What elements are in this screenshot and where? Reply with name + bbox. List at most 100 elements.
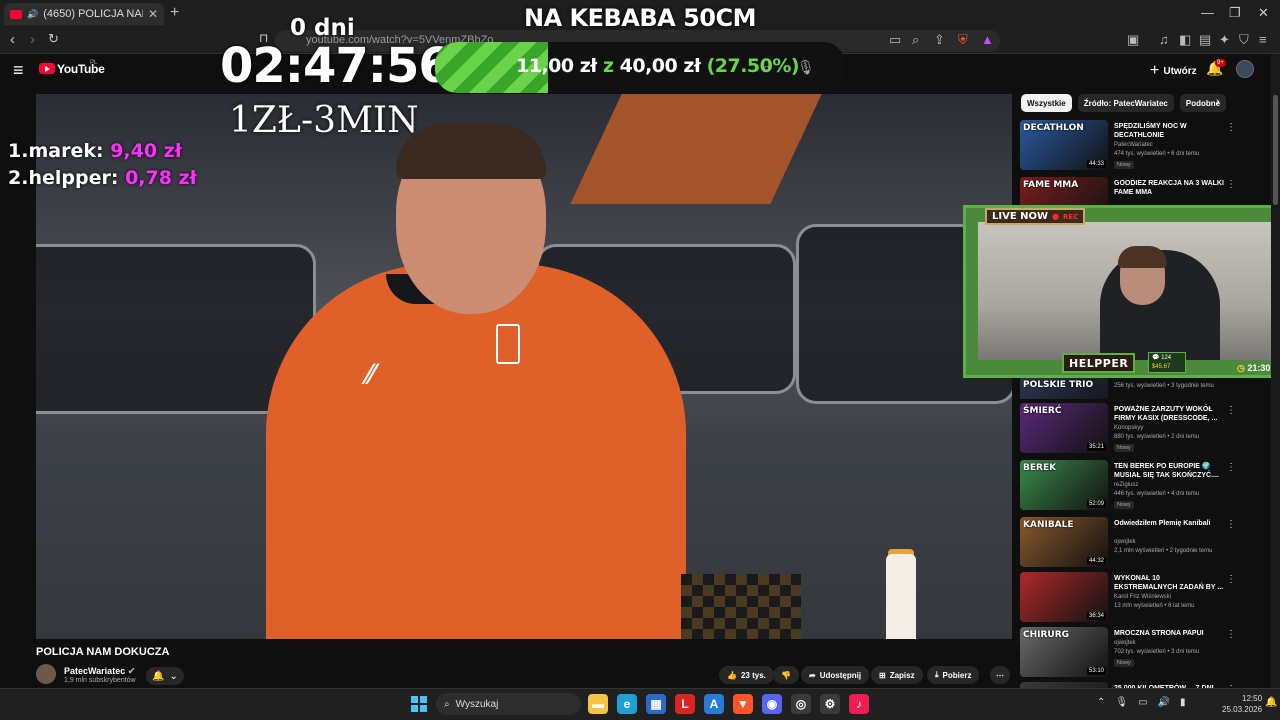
hamburger-menu-icon[interactable]: ≡ (13, 60, 24, 81)
share-page-icon[interactable]: ⇪ (934, 32, 945, 48)
video-thumbnail[interactable]: DECATHLON 44:33 (1020, 120, 1108, 170)
more-options-icon[interactable]: ⋮ (1226, 179, 1236, 190)
rewards-icon[interactable]: ▲ (981, 32, 994, 47)
channel-name[interactable]: ojwojtek (1114, 640, 1136, 646)
notification-center-icon[interactable]: 🔔 (1265, 697, 1277, 708)
video-title[interactable]: SPĘDZILIŚMY NOC W DECATHLONIE (1114, 122, 1224, 140)
leaderboard-rank: 2. (8, 167, 29, 189)
download-button[interactable]: ⤓ Pobierz (927, 666, 980, 684)
mic-tray-icon[interactable]: 🎙 (1115, 697, 1128, 708)
more-options-icon[interactable]: ⋮ (1226, 462, 1236, 473)
subscription-bell-button[interactable]: 🔔 ⌄ (146, 667, 184, 685)
channel-name[interactable]: ojwojtek (1114, 539, 1136, 545)
youtube-logo-icon[interactable] (39, 63, 55, 74)
video-thumbnail[interactable]: BEREK 52:09 (1020, 460, 1108, 510)
microphone-icon[interactable]: 🎙 (797, 59, 815, 76)
tiktok-icon[interactable]: ♪ (849, 694, 869, 714)
video-thumbnail[interactable]: FAME MMA (1020, 177, 1108, 205)
brave-icon[interactable]: ▼ (733, 694, 753, 714)
taskbar-search[interactable]: ⌕ Wyszukaj (436, 693, 581, 715)
recommended-video[interactable]: CHIRURG 53:10 MROCZNA STRONA PAPUI ojwojtek… (1020, 627, 1250, 677)
channel-name[interactable]: reZigiusz (1114, 482, 1138, 488)
windows-start-icon[interactable] (411, 696, 427, 712)
close-window-button[interactable]: ✕ (1258, 5, 1269, 21)
files-icon[interactable]: ▬ (588, 694, 608, 714)
video-thumbnail[interactable]: CHIRURG 53:10 (1020, 627, 1108, 677)
ai-icon[interactable]: ✦ (1219, 32, 1230, 48)
speaker-icon[interactable]: 🔊 (27, 9, 38, 20)
video-thumbnail[interactable]: POLSKIE TRIO58:11 (1020, 377, 1108, 399)
new-badge: Nowy (1114, 501, 1134, 509)
more-actions-button[interactable]: ⋯ (990, 666, 1010, 684)
recommended-video[interactable]: 36:34 WYKONAŁ 10 EKSTREMALNYCH ZADAŃ BY .… (1020, 572, 1250, 622)
discord-icon[interactable]: ◉ (762, 694, 782, 714)
chrome-icon[interactable]: ◎ (791, 694, 811, 714)
save-button[interactable]: ⊞ Zapisz (871, 666, 923, 684)
video-title[interactable]: POWAŻNE ZARZUTY WOKÓŁ FIRMY KASIX (DRESS… (1114, 405, 1224, 423)
video-thumbnail[interactable]: 36:34 (1020, 572, 1108, 622)
new-badge: Nowy (1114, 161, 1134, 169)
channel-name[interactable]: Konopskyy (1114, 425, 1143, 431)
sidebar-toggle-icon[interactable]: ▣ (1127, 32, 1139, 48)
volume-icon[interactable]: 🔊 (1158, 697, 1170, 708)
search-icon[interactable]: ⌕ (763, 60, 770, 76)
channel-name[interactable]: PatecWariatec (1114, 142, 1153, 148)
media-icon[interactable]: ♫ (1159, 32, 1169, 47)
maximize-button[interactable]: ❐ (1229, 5, 1241, 21)
browser-tab[interactable]: 🔊 (4650) POLICJA NAM DOKUCZ ✕ (4, 3, 164, 25)
vpn-icon[interactable]: ⛉ (1239, 32, 1249, 48)
video-title[interactable]: Odwiedziłem Plemię Kanibali (1114, 519, 1224, 528)
zoom-icon[interactable]: ⌕ (912, 32, 919, 48)
video-title[interactable]: WYKONAŁ 10 EKSTREMALNYCH ZADAŃ BY ... (1114, 574, 1224, 592)
menu-icon[interactable]: ≡ (1259, 32, 1267, 47)
channel-avatar[interactable] (36, 664, 56, 684)
l-app-icon[interactable]: L (675, 694, 695, 714)
new-tab-button[interactable]: + (170, 4, 179, 22)
more-options-icon[interactable]: ⋮ (1226, 122, 1236, 133)
channel-name[interactable]: PatecWariatec ✔ (64, 666, 135, 677)
video-title[interactable]: MROCZNA STRONA PAPUI (1114, 629, 1224, 638)
recommended-video[interactable]: FAME MMA GOODIEZ REAKCJA NA 3 WALKI FAME … (1020, 177, 1250, 205)
recommended-video[interactable]: DECATHLON 44:33 SPĘDZILIŚMY NOC W DECATHLO… (1020, 120, 1250, 170)
chevron-right-icon[interactable]: › (1216, 96, 1220, 108)
reader-icon[interactable]: ◧ (1179, 32, 1191, 48)
video-title[interactable]: TEN BEREK PO EUROPIE 🌍 MUSIAŁ SIĘ TAK SK… (1114, 462, 1224, 480)
recommended-video[interactable]: POLSKIE TRIO58:11 256 tys. wyświetleń • 3… (1020, 377, 1250, 399)
chip-all[interactable]: Wszystkie (1021, 94, 1072, 112)
a-app-icon[interactable]: A (704, 694, 724, 714)
chevron-up-icon[interactable]: ⌃ (1097, 697, 1105, 708)
recommended-video[interactable]: BEREK 52:09 TEN BEREK PO EUROPIE 🌍 MUSIAŁ … (1020, 460, 1250, 510)
monitor-icon[interactable]: ▭ (1138, 697, 1147, 708)
cast-icon[interactable]: ▭ (889, 32, 901, 48)
recommended-video[interactable]: ŚMIERĆ 35:21 POWAŻNE ZARZUTY WOKÓŁ FIRMY K… (1020, 403, 1250, 453)
video-thumbnail[interactable]: KANIBALE 44:32 (1020, 517, 1108, 567)
like-button[interactable]: 👍 23 tys. (719, 666, 774, 684)
video-title[interactable]: GOODIEZ REAKCJA NA 3 WALKI FAME MMA (1114, 179, 1224, 197)
more-options-icon[interactable]: ⋮ (1226, 405, 1236, 416)
share-label: Udostępnij (819, 670, 862, 680)
reload-icon[interactable]: ↻ (48, 31, 59, 47)
battery-icon[interactable]: ▮ (1180, 697, 1186, 708)
more-options-icon[interactable]: ⋮ (1226, 574, 1236, 585)
edge-icon[interactable]: e (617, 694, 637, 714)
dislike-button[interactable]: 👎 (773, 666, 799, 684)
more-options-icon[interactable]: ⋮ (1226, 629, 1236, 640)
back-icon[interactable]: ‹ (10, 31, 15, 48)
store-icon[interactable]: ▦ (646, 694, 666, 714)
more-options-icon[interactable]: ⋮ (1226, 519, 1236, 530)
video-thumbnail[interactable]: ŚMIERĆ 35:21 (1020, 403, 1108, 453)
wallet-icon[interactable]: ▤ (1199, 32, 1211, 48)
create-button[interactable]: + Utwórz (1150, 62, 1197, 80)
forward-icon[interactable]: › (30, 31, 35, 48)
chip-source[interactable]: Źródło: PatecWariatec (1077, 94, 1174, 112)
scrollbar-thumb[interactable] (1273, 95, 1278, 205)
minimize-button[interactable]: — (1201, 5, 1214, 20)
taskbar-clock[interactable]: 12:50 25.03.2026 (1222, 693, 1262, 715)
account-avatar[interactable] (1236, 60, 1254, 78)
share-button[interactable]: ➦ Udostępnij (801, 666, 870, 684)
settings-icon[interactable]: ⚙ (820, 694, 840, 714)
recommended-video[interactable]: KANIBALE 44:32 Odwiedziłem Plemię Kanibali… (1020, 517, 1250, 567)
brave-shield-icon[interactable]: ⛨ (958, 32, 968, 48)
tab-close-icon[interactable]: ✕ (148, 7, 158, 21)
channel-name[interactable]: Karol Friz Wiśniewski (1114, 594, 1171, 600)
